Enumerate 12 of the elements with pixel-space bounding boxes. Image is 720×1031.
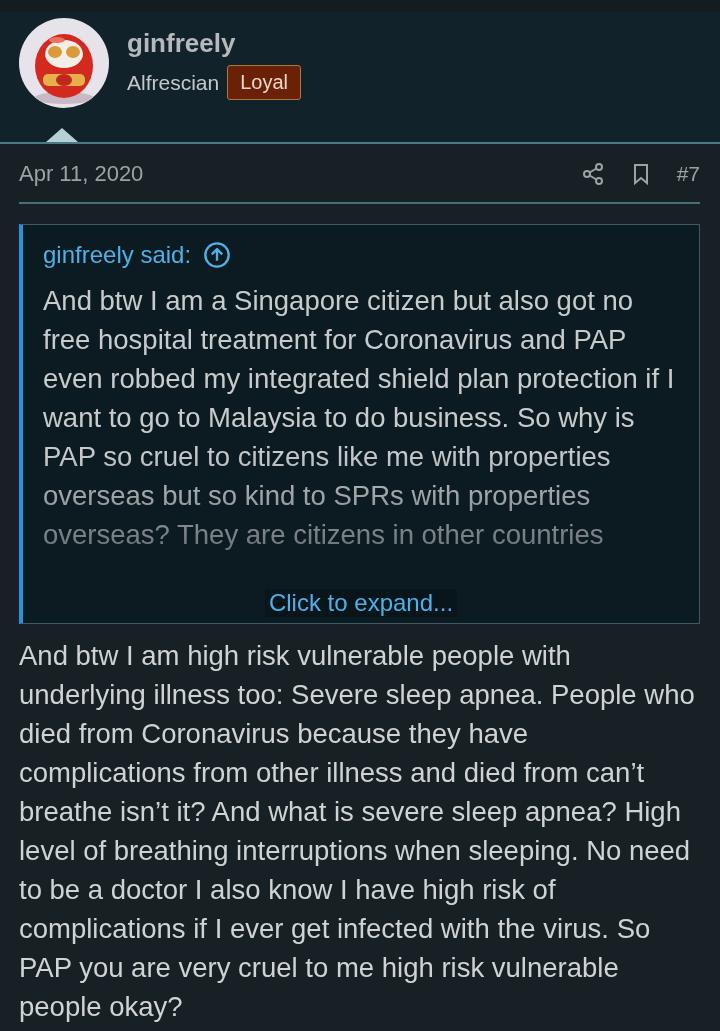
quote-text: And btw I am a Singapore citizen but also got no free hospital treatment for Coronavirus and PAP even robbed my integrated shield plan protection if I want to go to Malaysia to do business. So why is PAP so cruel to citizens like me with properties overseas but so kind to SPRs with properties overseas? They are citizens in other countries — [43, 284, 676, 552]
user-title: Alfrescian — [127, 70, 220, 95]
username[interactable]: ginfreely — [127, 28, 301, 59]
post-number[interactable]: #7 — [676, 162, 700, 186]
expand-link[interactable]: Click to expand... — [264, 589, 458, 617]
user-banner: Loyal — [227, 65, 301, 100]
quote-attribution[interactable]: ginfreely said: — [43, 241, 192, 269]
post-date[interactable]: Apr 11, 2020 — [19, 161, 557, 187]
post-text: And btw I am high risk vulnerable people with underlying illness too: Severe sleep apnea. People who died from Coronavirus because they have complications from other illness and died from can’t breathe isn’t it? And what is severe sleep apnea? High level of breathing interruptions when sleeping. No need to be a doctor I also know I have high risk of complications if I ever get infected with the virus. So PAP you are very cruel to me high risk vulnerable people okay? — [19, 639, 696, 1024]
share-icon[interactable] — [580, 162, 605, 186]
arrow-up-icon[interactable] — [203, 241, 232, 269]
speech-pointer — [46, 128, 78, 142]
